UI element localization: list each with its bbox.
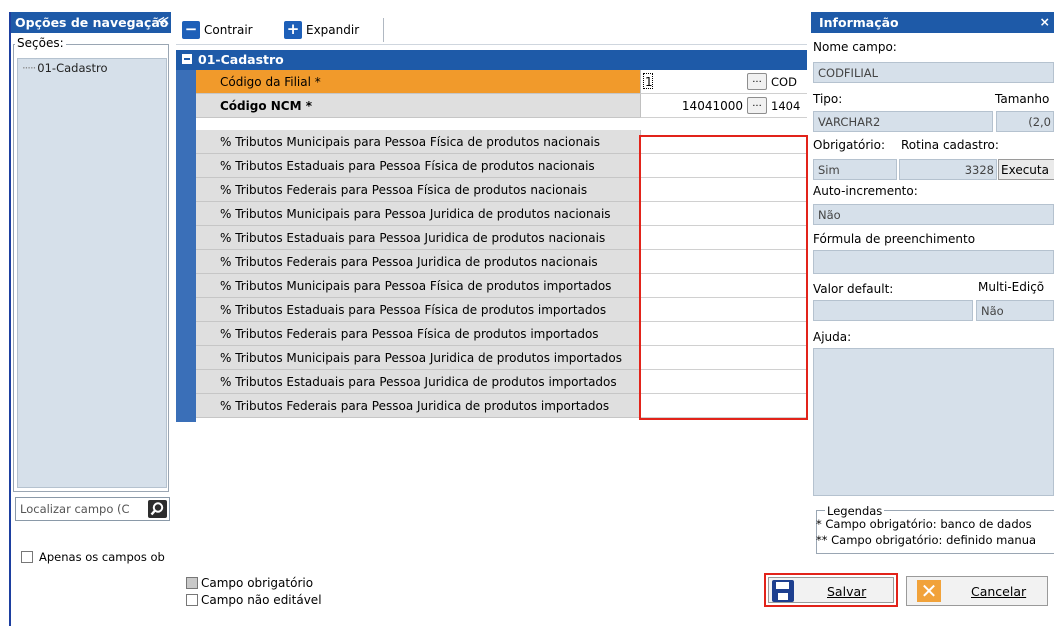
field-description: COD: [771, 75, 797, 89]
cancel-button[interactable]: ✕ Cancelar: [906, 576, 1048, 606]
field-label: % Tributos Estaduais para Pessoa Juridic…: [196, 226, 640, 250]
field-label: % Tributos Estaduais para Pessoa Física …: [196, 154, 640, 178]
plus-icon: +: [284, 21, 302, 39]
only-required-fields-checkbox[interactable]: Apenas os campos ob: [21, 550, 165, 564]
section-header[interactable]: 01-Cadastro: [176, 50, 807, 70]
required-label: Obrigatório:: [813, 138, 885, 152]
size-label: Tamanho: [995, 92, 1050, 106]
field-description: 1404: [771, 99, 801, 113]
field-label: % Tributos Municipais para Pessoa Física…: [196, 130, 640, 154]
default-value-label: Valor default:: [813, 282, 894, 296]
field-value-text[interactable]: 14041000: [641, 99, 743, 113]
field-label: Código da Filial *: [196, 70, 640, 94]
checkbox-box[interactable]: [21, 551, 33, 563]
formula-value: [813, 250, 1054, 274]
white-swatch-icon: [186, 594, 198, 606]
only-required-fields-label: Apenas os campos ob: [39, 550, 165, 564]
grid-side-strip: [176, 70, 196, 422]
type-label: Tipo:: [813, 92, 843, 106]
navigation-panel-title: Opções de navegação ≪: [11, 12, 171, 33]
field-label: % Tributos Federais para Pessoa Física d…: [196, 178, 640, 202]
field-name-value: CODFILIAL: [813, 62, 1054, 83]
field-value-input[interactable]: 1 ... COD: [640, 70, 807, 94]
help-label: Ajuda:: [813, 330, 852, 344]
lookup-button[interactable]: ...: [747, 97, 767, 114]
save-button[interactable]: Salvar: [768, 577, 894, 603]
sections-label: Seções:: [15, 36, 66, 50]
multi-edit-label: Multi-Ediçõ: [978, 280, 1045, 294]
search-field-input[interactable]: Localizar campo (C: [15, 497, 170, 521]
multi-edit-value: Não: [976, 300, 1054, 321]
field-value-text[interactable]: 1: [643, 73, 653, 89]
field-label: % Tributos Municipais para Pessoa Juridi…: [196, 202, 640, 226]
expand-button[interactable]: + Expandir: [284, 20, 359, 40]
section-title: 01-Cadastro: [198, 52, 284, 67]
field-label: % Tributos Federais para Pessoa Juridica…: [196, 394, 640, 418]
routine-label: Rotina cadastro:: [901, 138, 999, 152]
save-button-label: Salvar: [827, 584, 867, 599]
grey-swatch-icon: [186, 577, 198, 589]
formula-label: Fórmula de preenchimento: [813, 232, 976, 246]
expand-button-label: Expandir: [306, 23, 360, 37]
required-value: Sim: [813, 159, 897, 180]
window-edge: [0, 0, 9, 626]
info-panel: Informação × Nome campo: CODFILIAL Tipo:…: [811, 12, 1054, 626]
field-label: % Tributos Federais para Pessoa Física d…: [196, 322, 640, 346]
tree-connector-icon: ·····: [22, 61, 36, 75]
routine-value: 3328: [899, 159, 997, 180]
info-panel-title: Informação ×: [811, 12, 1054, 33]
field-value-input[interactable]: 14041000 ... 1404: [640, 94, 807, 118]
search-field-placeholder: Localizar campo (C: [20, 502, 130, 516]
autoincrement-label: Auto-incremento:: [813, 184, 918, 198]
close-icon[interactable]: ×: [1040, 14, 1050, 29]
navigation-panel-title-text: Opções de navegação: [15, 15, 169, 30]
minus-icon: −: [182, 21, 200, 39]
tree-item-01-cadastro[interactable]: ····· 01-Cadastro: [22, 61, 108, 75]
toolbar-divider: [383, 18, 384, 42]
grid-toolbar: − Contrair + Expandir: [176, 12, 807, 45]
legend-line-2: ** Campo obrigatório: definido manua: [816, 533, 1037, 547]
type-value: VARCHAR2: [813, 111, 993, 132]
help-text: [813, 348, 1054, 496]
highlight-annotation: [639, 135, 808, 420]
legend-not-editable-label: Campo não editável: [201, 593, 322, 607]
field-name-label: Nome campo:: [813, 40, 897, 54]
legend-line-1: * Campo obrigatório: banco de dados: [816, 517, 1032, 531]
collapse-button[interactable]: − Contrair: [182, 20, 253, 40]
legend-not-editable: Campo não editável: [186, 593, 322, 607]
lookup-button[interactable]: ...: [747, 73, 767, 90]
sections-tree[interactable]: ····· 01-Cadastro: [17, 58, 167, 488]
info-panel-title-text: Informação: [819, 15, 899, 30]
legend-title: Legendas: [825, 504, 885, 518]
collapse-panel-icon[interactable]: ≪: [157, 14, 169, 27]
field-label: % Tributos Estaduais para Pessoa Física …: [196, 298, 640, 322]
sections-group: Seções: ····· 01-Cadastro: [11, 36, 171, 496]
cancel-button-label: Cancelar: [971, 584, 1027, 599]
field-label: % Tributos Municipais para Pessoa Juridi…: [196, 346, 640, 370]
default-value: [813, 300, 973, 321]
autoincrement-value: Não: [813, 204, 1054, 225]
execute-button[interactable]: Executa: [998, 159, 1054, 180]
save-button-highlight: Salvar: [764, 573, 898, 607]
search-icon[interactable]: [148, 500, 167, 518]
table-row-codigo-filial[interactable]: Código da Filial * 1 ... COD: [196, 70, 807, 94]
field-label: Código NCM *: [196, 94, 640, 118]
collapse-section-icon[interactable]: [182, 54, 192, 64]
legend-required-label: Campo obrigatório: [201, 576, 314, 590]
field-label: % Tributos Federais para Pessoa Juridica…: [196, 250, 640, 274]
field-label: % Tributos Municipais para Pessoa Física…: [196, 274, 640, 298]
legend-required: Campo obrigatório: [186, 576, 313, 590]
field-label: % Tributos Estaduais para Pessoa Juridic…: [196, 370, 640, 394]
tree-item-label: 01-Cadastro: [37, 61, 108, 75]
table-row-codigo-ncm[interactable]: Código NCM * 14041000 ... 1404: [196, 94, 807, 118]
floppy-disk-icon: [772, 580, 794, 602]
close-x-icon: ✕: [917, 580, 941, 602]
collapse-button-label: Contrair: [204, 23, 253, 37]
navigation-panel: Opções de navegação ≪ Seções: ····· 01-Ca…: [9, 12, 171, 626]
size-value: (2,0: [996, 111, 1054, 132]
